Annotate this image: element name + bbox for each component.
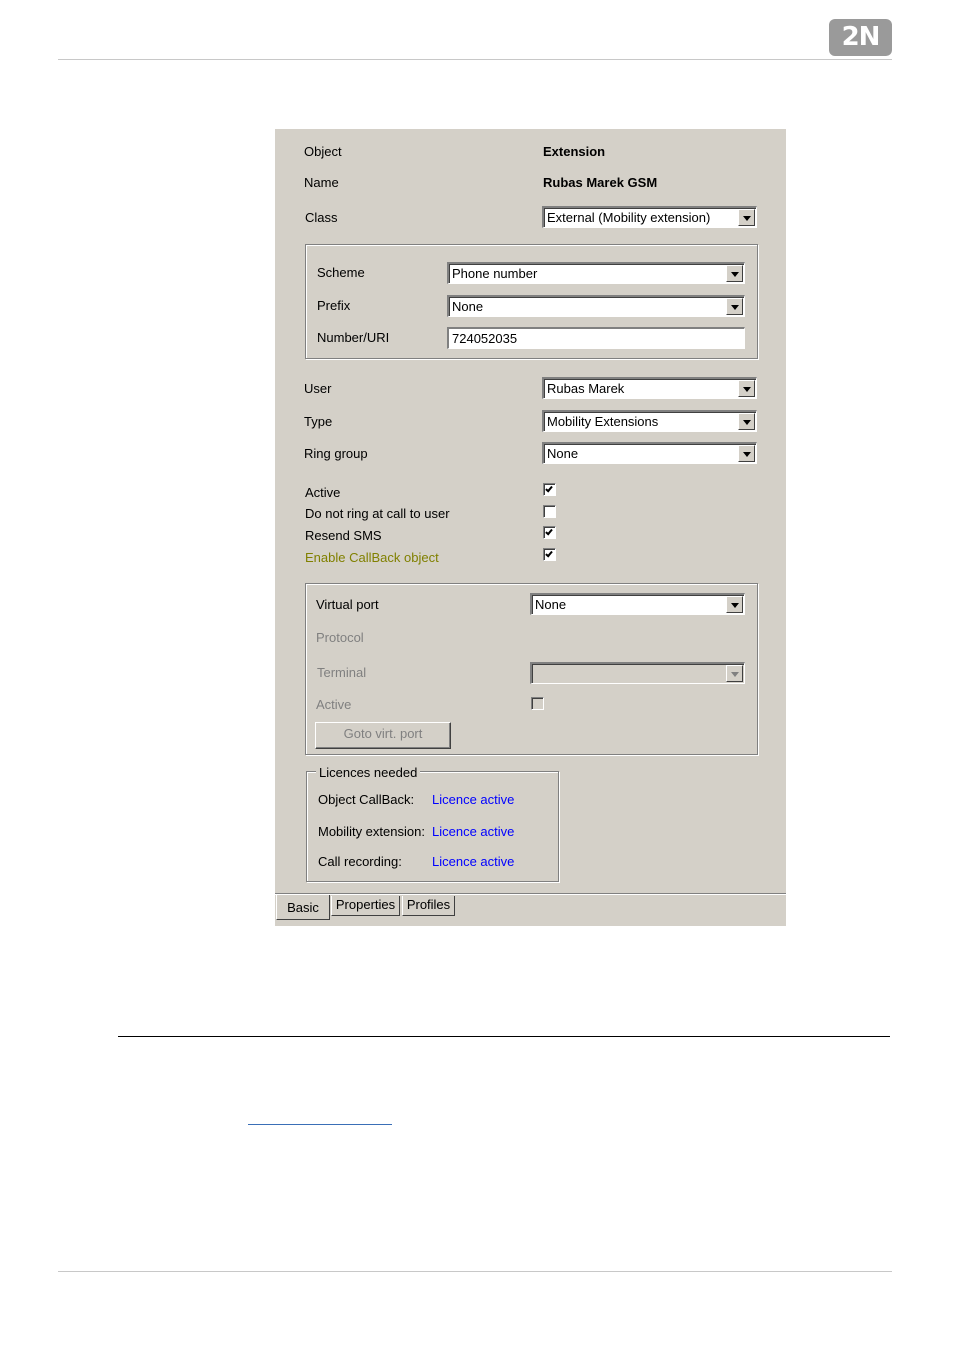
prefix-dropdown-button[interactable] <box>726 298 743 315</box>
active-label: Active <box>305 485 341 500</box>
virtual-port-dropdown-button[interactable] <box>726 596 743 613</box>
licence-status-link[interactable]: Licence active <box>432 824 514 840</box>
number-label: Number/URI <box>317 330 390 345</box>
brand-logo: 2N <box>829 19 892 56</box>
chevron-down-icon <box>743 452 751 457</box>
type-select[interactable]: Mobility Extensions <box>542 410 757 432</box>
enable-callback-checkbox[interactable] <box>543 548 556 561</box>
tab-basic[interactable]: Basic <box>276 895 330 920</box>
prefix-select[interactable]: None <box>447 295 745 317</box>
resend-sms-label: Resend SMS <box>305 528 382 543</box>
ring-group-label: Ring group <box>304 446 368 461</box>
user-dropdown-button[interactable] <box>738 380 755 397</box>
class-label: Class <box>305 210 338 225</box>
class-select-value: External (Mobility extension) <box>547 210 711 225</box>
licence-name: Call recording: <box>318 854 402 869</box>
licence-status-link[interactable]: Licence active <box>432 792 514 808</box>
header-divider <box>58 59 892 60</box>
do-not-ring-checkbox[interactable] <box>543 505 556 518</box>
vp-active-checkbox[interactable] <box>531 697 544 710</box>
prefix-label: Prefix <box>317 298 351 313</box>
checkmark-icon <box>545 484 553 493</box>
user-select[interactable]: Rubas Marek <box>542 377 757 399</box>
chevron-down-icon <box>731 305 739 310</box>
ring-group-select-value: None <box>547 446 579 461</box>
extension-properties-panel: Object Extension Name Rubas Marek GSM Cl… <box>275 129 786 926</box>
user-select-value: Rubas Marek <box>547 381 625 396</box>
name-value: Rubas Marek GSM <box>543 175 658 190</box>
class-dropdown-button[interactable] <box>738 209 755 226</box>
terminal-select[interactable] <box>530 662 745 684</box>
scheme-dropdown-button[interactable] <box>726 265 743 282</box>
number-input-value: 724052035 <box>452 331 518 346</box>
tab-strip-border <box>275 893 786 895</box>
virtual-port-select[interactable]: None <box>530 593 745 615</box>
chevron-down-icon <box>743 420 751 425</box>
type-label: Type <box>304 414 333 429</box>
chevron-down-icon <box>743 216 751 221</box>
vp-active-label: Active <box>316 697 352 712</box>
terminal-dropdown-button[interactable] <box>726 665 743 682</box>
type-dropdown-button[interactable] <box>738 413 755 430</box>
goto-virt-port-button[interactable]: Goto virt. port <box>315 722 451 749</box>
object-label: Object <box>304 144 342 159</box>
enable-callback-label: Enable CallBack object <box>305 550 439 565</box>
virtual-port-label: Virtual port <box>316 597 379 612</box>
prefix-select-value: None <box>452 299 484 314</box>
virtual-port-select-value: None <box>535 597 567 612</box>
chevron-down-icon <box>731 272 739 277</box>
link-underline[interactable] <box>248 1124 392 1125</box>
checkmark-icon <box>545 549 553 558</box>
tab-properties[interactable]: Properties <box>331 896 400 916</box>
licence-name: Object CallBack: <box>318 792 415 807</box>
section-divider <box>118 1036 890 1037</box>
number-input[interactable]: 724052035 <box>447 327 745 349</box>
licence-status-link[interactable]: Licence active <box>432 854 514 870</box>
class-select[interactable]: External (Mobility extension) <box>542 206 757 228</box>
resend-sms-checkbox[interactable] <box>543 526 556 539</box>
type-select-value: Mobility Extensions <box>547 414 659 429</box>
terminal-label: Terminal <box>317 665 367 680</box>
user-label: User <box>304 381 332 396</box>
object-value: Extension <box>543 144 606 159</box>
name-label: Name <box>304 175 339 190</box>
licence-name: Mobility extension: <box>318 824 425 839</box>
footer-divider <box>58 1271 892 1272</box>
protocol-label: Protocol <box>316 630 364 645</box>
tab-profiles[interactable]: Profiles <box>402 896 455 916</box>
do-not-ring-label: Do not ring at call to user <box>305 506 450 521</box>
scheme-select[interactable]: Phone number <box>447 262 745 284</box>
chevron-down-icon <box>743 387 751 392</box>
licences-legend: Licences needed <box>316 765 421 781</box>
active-checkbox[interactable] <box>543 483 556 496</box>
checkmark-icon <box>545 527 553 536</box>
ring-group-select[interactable]: None <box>542 442 757 464</box>
chevron-down-icon <box>731 603 739 608</box>
scheme-label: Scheme <box>317 265 365 280</box>
ring-group-dropdown-button[interactable] <box>738 445 755 462</box>
chevron-down-icon <box>731 672 739 677</box>
scheme-select-value: Phone number <box>452 266 538 281</box>
